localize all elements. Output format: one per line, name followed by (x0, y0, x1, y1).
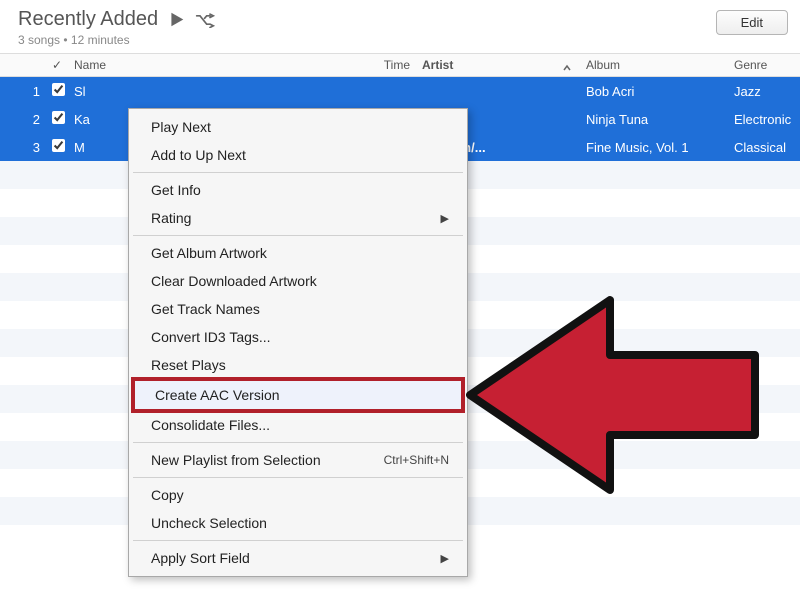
menu-reset-plays[interactable]: Reset Plays (131, 351, 465, 379)
menu-separator (133, 442, 463, 443)
header: Recently Added 3 songs • 12 minutes Edit (0, 0, 800, 53)
row-number: 1 (0, 84, 46, 99)
column-check[interactable]: ✓ (46, 58, 68, 72)
chevron-right-icon: ▶ (441, 212, 449, 225)
context-menu: Play Next Add to Up Next Get Info Rating… (128, 108, 468, 577)
table-row[interactable]: 1 Sl Bob Acri Jazz (0, 77, 800, 105)
menu-add-up-next[interactable]: Add to Up Next (131, 141, 465, 169)
row-number: 2 (0, 112, 46, 127)
menu-new-playlist[interactable]: New Playlist from Selection Ctrl+Shift+N (131, 446, 465, 474)
menu-get-track-names[interactable]: Get Track Names (131, 295, 465, 323)
row-album: Fine Music, Vol. 1 (580, 140, 728, 155)
menu-apply-sort[interactable]: Apply Sort Field ▶ (131, 544, 465, 572)
edit-button[interactable]: Edit (716, 10, 788, 35)
playlist-title: Recently Added (18, 8, 158, 31)
column-artist-label: Artist (422, 58, 453, 72)
row-genre: Jazz (728, 84, 800, 99)
menu-clear-artwork[interactable]: Clear Downloaded Artwork (131, 267, 465, 295)
row-album: Ninja Tuna (580, 112, 728, 127)
playlist-subtitle: 3 songs • 12 minutes (18, 33, 215, 47)
menu-consolidate[interactable]: Consolidate Files... (131, 411, 465, 439)
column-name[interactable]: Name (68, 58, 370, 72)
menu-get-info[interactable]: Get Info (131, 176, 465, 204)
menu-copy[interactable]: Copy (131, 481, 465, 509)
row-genre: Classical (728, 140, 800, 155)
row-number: 3 (0, 140, 46, 155)
menu-separator (133, 540, 463, 541)
menu-convert-id3[interactable]: Convert ID3 Tags... (131, 323, 465, 351)
column-time[interactable]: Time (370, 58, 416, 72)
menu-uncheck[interactable]: Uncheck Selection (131, 509, 465, 537)
sort-ascending-icon (562, 62, 572, 72)
play-icon[interactable] (168, 11, 185, 28)
menu-shortcut: Ctrl+Shift+N (384, 453, 449, 467)
row-check[interactable] (46, 111, 68, 127)
row-check[interactable] (46, 83, 68, 99)
menu-separator (133, 172, 463, 173)
row-check[interactable] (46, 139, 68, 155)
column-artist[interactable]: Artist (416, 58, 580, 72)
shuffle-icon[interactable] (195, 12, 215, 28)
menu-play-next[interactable]: Play Next (131, 113, 465, 141)
menu-create-aac[interactable]: Create AAC Version (131, 377, 465, 413)
chevron-right-icon: ▶ (441, 552, 449, 565)
column-genre[interactable]: Genre (728, 58, 800, 72)
row-genre: Electronic (728, 112, 800, 127)
menu-rating[interactable]: Rating ▶ (131, 204, 465, 232)
menu-separator (133, 477, 463, 478)
menu-get-artwork[interactable]: Get Album Artwork (131, 239, 465, 267)
menu-separator (133, 235, 463, 236)
column-album[interactable]: Album (580, 58, 728, 72)
row-name: Sl (68, 84, 370, 99)
row-album: Bob Acri (580, 84, 728, 99)
table-header: ✓ Name Time Artist Album Genre (0, 53, 800, 77)
